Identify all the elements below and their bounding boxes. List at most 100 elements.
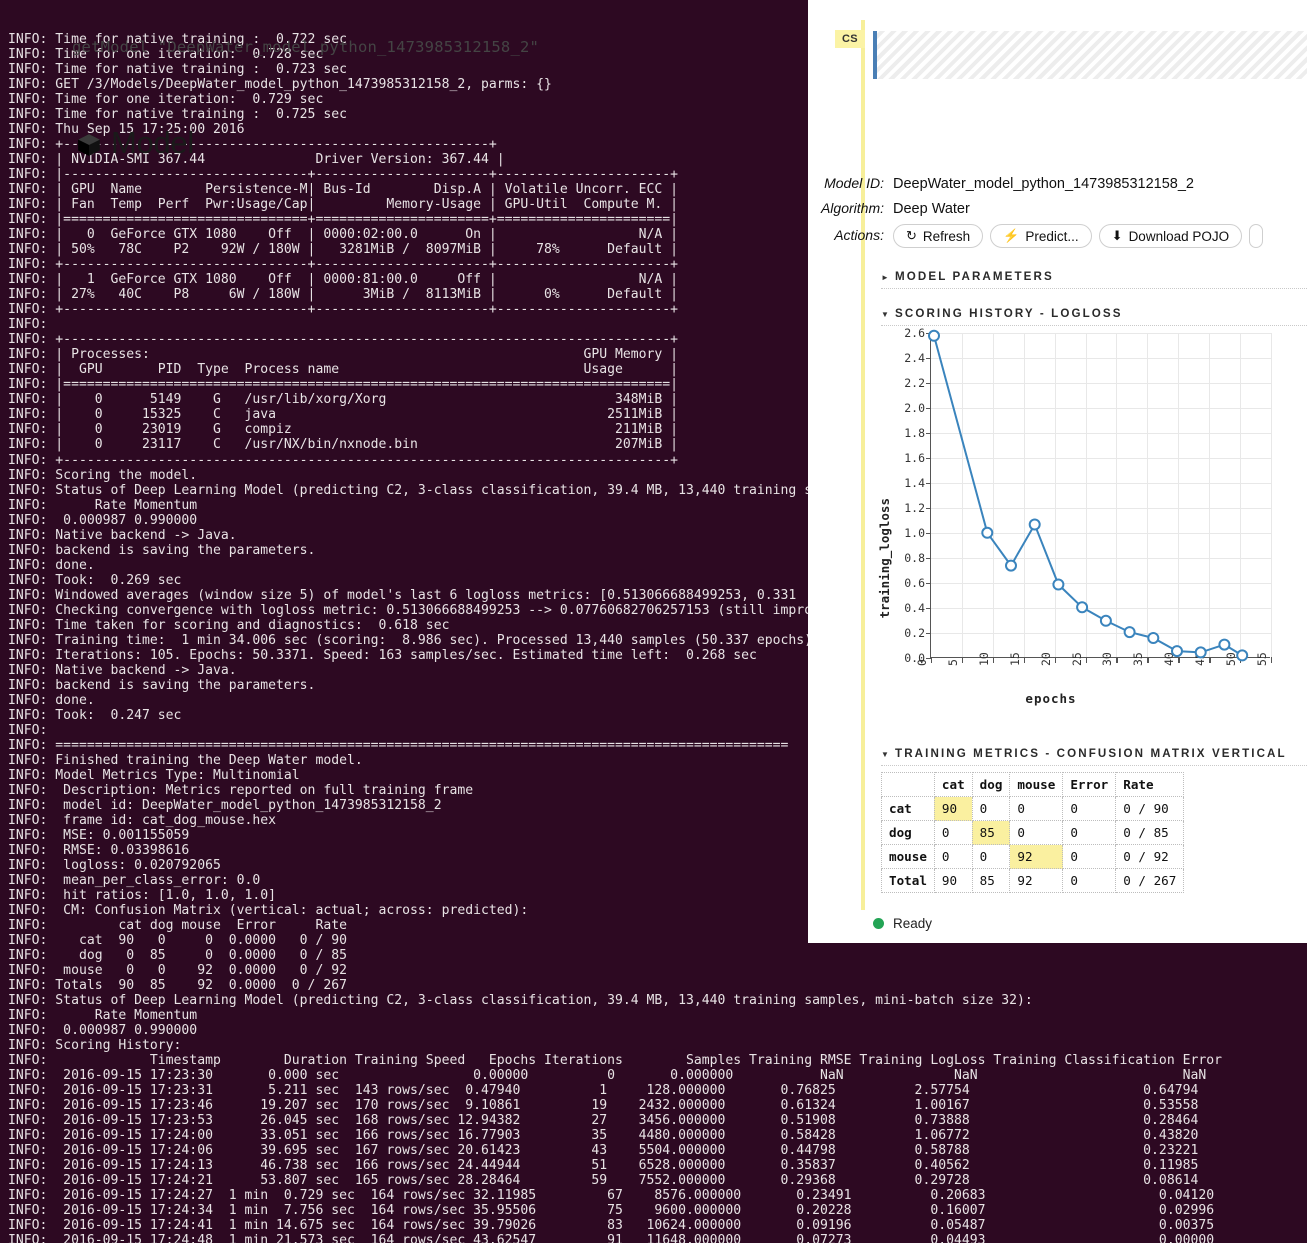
chart-y-tick-label: 1.4 [904, 476, 925, 490]
chart-y-tick-label: 0.0 [904, 651, 925, 665]
table-column-header: Rate [1115, 772, 1185, 797]
chart-y-tick-label: 2.0 [904, 401, 925, 415]
table-column-header [881, 772, 935, 797]
terminal-line: INFO: 2016-09-15 17:24:41 1 min 14.675 s… [8, 1218, 1215, 1234]
bolt-icon: ⚡ [1003, 228, 1020, 243]
table-cell: 0 / 267 [1115, 868, 1185, 893]
terminal-line: INFO: 2016-09-15 17:24:00 33.051 sec 166… [8, 1128, 1199, 1144]
model-id-label: Model ID: [824, 175, 884, 191]
download-pojo-button[interactable]: ⬇ Download POJO [1098, 224, 1243, 248]
terminal-line: INFO: 2016-09-15 17:24:13 46.738 sec 166… [8, 1158, 1199, 1174]
refresh-button[interactable]: ↻ Refresh [893, 224, 984, 248]
chart-data-point [981, 526, 994, 539]
code-input-text[interactable]: getModel "DeepWater_model_python_1473985… [72, 38, 539, 56]
chart-y-tick-label: 1.2 [904, 501, 925, 515]
table-row: dog 0 85 0 0 0 / 85 [881, 820, 1185, 845]
table-cell: 85 [971, 820, 1011, 845]
algorithm-label: Algorithm: [820, 200, 884, 216]
chart-y-tick-label: 1.0 [904, 526, 925, 540]
terminal-line: INFO: Rate Momentum [8, 1008, 198, 1024]
terminal-line: INFO: 2016-09-15 17:24:48 1 min 21.573 s… [8, 1233, 1215, 1243]
cube-icon [76, 130, 102, 156]
table-row: Total 90 85 92 0 0 / 267 [881, 868, 1185, 893]
overflow-action-button[interactable] [1249, 224, 1264, 248]
button-label: Download POJO [1128, 228, 1230, 244]
actions-label: Actions: [834, 227, 884, 243]
chart-gridline-v [1271, 333, 1272, 658]
action-buttons: ↻ Refresh ⚡ Predict... ⬇ Download POJO [893, 224, 1264, 248]
scoring-history-chart: training_logloss 0 5 10 15 20 25 30 35 40 45 50 55 0… [877, 326, 1281, 708]
code-input-cell[interactable] [873, 31, 1307, 79]
confusion-matrix-table: cat dog mouse Error Rate cat 90 0 0 0 0 / 90 dog 0 8… [881, 772, 1185, 893]
section-confusion-matrix[interactable]: ▼ TRAINING METRICS - CONFUSION MATRIX VER… [881, 747, 1307, 766]
chart-data-point [1076, 601, 1089, 614]
chart-x-tick-label: 5 [945, 659, 960, 666]
section-confusion-matrix-label: TRAINING METRICS - CONFUSION MATRIX VERT… [895, 747, 1287, 760]
section-scoring-history[interactable]: ▼ SCORING HISTORY - LOGLOSS [881, 307, 1307, 326]
chart-data-point [1099, 614, 1112, 627]
button-label: Predict... [1025, 228, 1079, 244]
chart-y-tick-label: 0.6 [904, 576, 925, 590]
status-text: Ready [893, 916, 933, 931]
chart-y-tick-label: 2.4 [904, 351, 925, 365]
terminal-line: INFO: 2016-09-15 17:23:53 26.045 sec 168… [8, 1113, 1199, 1129]
chart-y-axis-label: training_logloss [877, 498, 892, 619]
chart-data-point [1171, 645, 1183, 658]
chart-x-axis-label: epochs [1025, 691, 1077, 706]
table-cell: 0 [1062, 820, 1117, 845]
chart-y-tick-label: 1.6 [904, 451, 925, 465]
table-cell: 0 [971, 844, 1011, 869]
table-cell: 0 [971, 796, 1011, 821]
terminal-line: INFO: 2016-09-15 17:24:21 53.807 sec 165… [8, 1173, 1199, 1189]
terminal-line: INFO: Totals 90 85 92 0.0000 0 / 267 [8, 978, 347, 994]
chart-y-tick-label: 2.6 [904, 326, 925, 340]
chart-data-point [1147, 632, 1160, 644]
table-cell: 0 [1062, 796, 1117, 821]
chart-x-tick [1271, 657, 1273, 663]
terminal-line: INFO: Status of Deep Learning Model (pre… [8, 993, 1033, 1009]
chart-y-tick-label: 0.2 [904, 626, 925, 640]
table-column-header: mouse [1009, 772, 1064, 797]
table-cell: 0 [933, 820, 973, 845]
algorithm-value: Deep Water [893, 201, 970, 217]
chart-y-tick-label: 0.8 [904, 551, 925, 565]
terminal-line: INFO: 2016-09-15 17:23:46 19.207 sec 170… [8, 1098, 1199, 1114]
table-cell: 0 / 92 [1115, 844, 1185, 869]
terminal-line: INFO: Scoring History: [8, 1038, 182, 1054]
table-row-header: Total [881, 868, 935, 893]
chart-data-point [1052, 578, 1065, 591]
chart-y-tick-label: 1.8 [904, 426, 925, 440]
chart-data-point [1236, 649, 1249, 662]
terminal-line: INFO: dog 0 85 0 0.0000 0 / 85 [8, 948, 347, 964]
table-row: mouse 0 0 92 0 0 / 92 [881, 844, 1185, 869]
chevron-right-icon: ► [881, 273, 892, 282]
cell-type-badge[interactable]: CS [835, 30, 865, 48]
page-title-text: Model [111, 125, 194, 160]
section-model-parameters[interactable]: ► MODEL PARAMETERS [881, 270, 1307, 289]
table-cell: 0 / 85 [1115, 820, 1185, 845]
model-id-value: DeepWater_model_python_1473985312158_2 [893, 176, 1194, 192]
chart-line [933, 335, 1243, 657]
table-cell: 90 [933, 796, 973, 821]
refresh-icon: ↻ [906, 228, 917, 243]
table-row: cat 90 0 0 0 0 / 90 [881, 796, 1185, 821]
chart-y-tick-label: 2.2 [904, 376, 925, 390]
terminal-line: INFO: mouse 0 0 92 0.0000 0 / 92 [8, 963, 347, 979]
table-body: cat 90 0 0 0 0 / 90 dog 0 85 0 0 0 / 85 mouse 0 0 92 0 0 … [881, 796, 1185, 893]
terminal-line: INFO: Timestamp Duration Training Speed … [8, 1053, 1222, 1069]
actions-row: Actions: ↻ Refresh ⚡ Predict... ⬇ Download PO… [810, 224, 1264, 248]
table-cell: 0 / 90 [1115, 796, 1185, 821]
screen: INFO: Time for native training : 0.722 s… [0, 0, 1307, 1243]
table-cell: 0 [1009, 820, 1064, 845]
table-row-header: dog [881, 820, 935, 845]
section-scoring-history-label: SCORING HISTORY - LOGLOSS [895, 307, 1123, 320]
chart-y-tick-label: 0.4 [904, 601, 925, 615]
table-cell: 92 [1009, 844, 1064, 869]
chart-y-tick [926, 658, 931, 660]
chart-series-layer [928, 329, 1249, 662]
predict-button[interactable]: ⚡ Predict... [990, 224, 1092, 248]
download-icon: ⬇ [1111, 228, 1123, 243]
table-row-header: cat [881, 796, 935, 821]
table-cell: 0 [1009, 796, 1064, 821]
table-column-header: cat [933, 772, 973, 797]
